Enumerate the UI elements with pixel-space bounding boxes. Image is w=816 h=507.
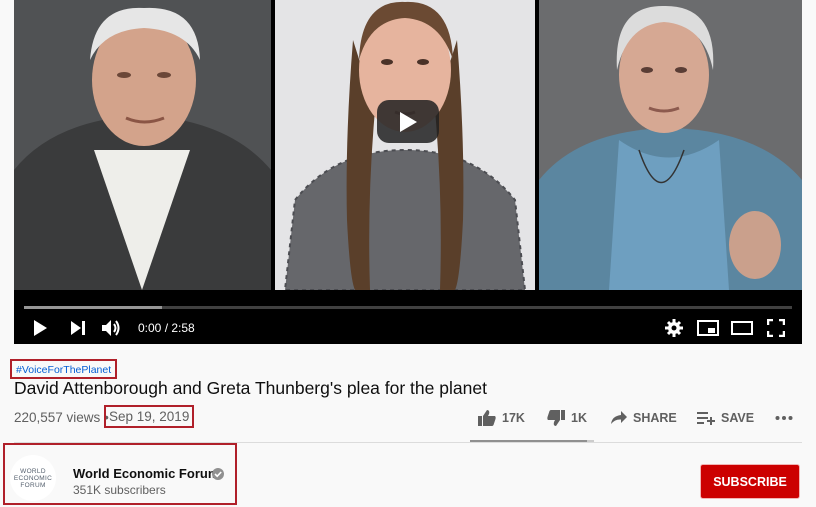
subscriber-count: 351K subscribers xyxy=(73,483,166,497)
logo-line: ECONOMIC xyxy=(13,474,53,482)
miniplayer-icon xyxy=(697,320,719,336)
logo-line: WORLD xyxy=(20,467,46,475)
time-display: 0:00 / 2:58 xyxy=(138,321,195,335)
thumbs-up-icon xyxy=(478,410,496,426)
player-controls: 0:00 / 2:58 xyxy=(14,312,802,344)
channel-name-link[interactable]: World Economic Forum xyxy=(73,466,219,481)
logo-line: FORUM xyxy=(20,481,46,489)
video-player[interactable]: 0:00 / 2:58 xyxy=(14,0,802,344)
next-button[interactable] xyxy=(64,314,92,342)
verified-badge-icon xyxy=(212,467,224,485)
fullscreen-icon xyxy=(767,319,785,337)
volume-button[interactable] xyxy=(98,314,126,342)
progress-bar[interactable] xyxy=(24,306,792,309)
video-frame-center xyxy=(275,0,535,290)
play-button[interactable] xyxy=(26,314,54,342)
theater-icon xyxy=(731,321,753,335)
fullscreen-button[interactable] xyxy=(762,314,790,342)
play-icon xyxy=(400,111,417,132)
save-label: SAVE xyxy=(721,411,755,425)
dislike-button[interactable]: 1K xyxy=(547,406,587,430)
view-count-text: 220,557 views xyxy=(14,410,101,425)
settings-icon xyxy=(665,319,683,337)
dislike-count: 1K xyxy=(571,411,587,425)
video-title: David Attenborough and Greta Thunberg's … xyxy=(14,378,487,398)
large-play-button[interactable] xyxy=(377,100,439,143)
view-count: 220,557 views • xyxy=(14,410,109,425)
channel-avatar[interactable]: WORLD ECONOMIC FORUM xyxy=(10,455,56,501)
playlist-add-icon xyxy=(697,412,715,425)
thumbs-down-icon xyxy=(547,410,565,426)
video-frame-left xyxy=(14,0,271,290)
miniplayer-button[interactable] xyxy=(694,314,722,342)
publish-date: Sep 19, 2019 xyxy=(104,405,195,428)
play-icon xyxy=(34,320,47,336)
hashtag-link[interactable]: #VoiceForThePlanet xyxy=(10,359,118,379)
share-label: SHARE xyxy=(633,411,677,425)
video-frame-right xyxy=(539,0,802,290)
theater-mode-button[interactable] xyxy=(728,314,756,342)
progress-loaded xyxy=(24,306,163,309)
save-button[interactable]: SAVE xyxy=(697,406,754,430)
settings-button[interactable] xyxy=(660,314,688,342)
next-icon xyxy=(71,321,85,335)
like-button[interactable]: 17K xyxy=(478,406,525,430)
like-count: 17K xyxy=(502,411,525,425)
more-icon xyxy=(775,416,793,420)
subscribe-button[interactable]: SUBSCRIBE xyxy=(701,465,799,498)
share-icon xyxy=(611,411,627,424)
volume-icon xyxy=(102,320,120,336)
more-actions-button[interactable] xyxy=(775,406,793,430)
share-button[interactable]: SHARE xyxy=(611,406,677,430)
